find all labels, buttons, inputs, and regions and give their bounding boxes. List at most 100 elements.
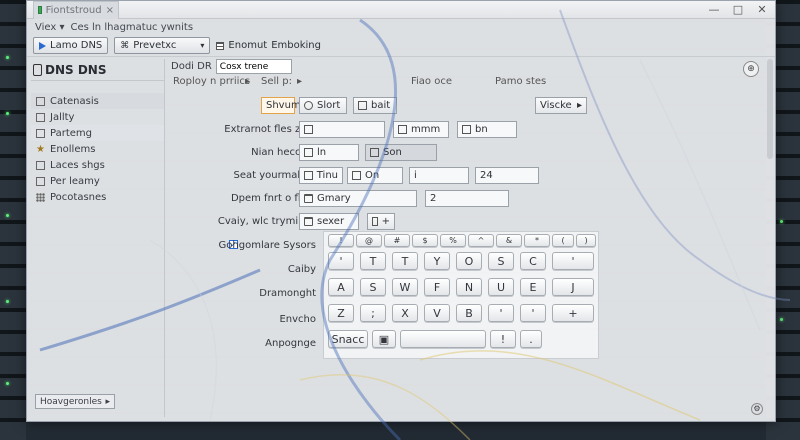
key[interactable]: A <box>328 278 354 296</box>
sidebar-item-per-leamy[interactable]: Per leamy <box>31 173 164 189</box>
key[interactable]: S <box>360 278 386 296</box>
window-tab[interactable]: Fiontstroud × <box>33 0 119 19</box>
preview-dropdown[interactable]: ⌘ Prevetxc ▾ <box>114 37 211 54</box>
add-button[interactable]: + <box>367 213 395 230</box>
form-row: Shvume Slort bait Viscke ▸ <box>171 97 761 115</box>
key[interactable]: O <box>456 252 482 270</box>
doc-icon <box>36 128 45 138</box>
key[interactable]: ' <box>520 304 546 322</box>
sidebar-item-pocotasnes[interactable]: Pocotasnes <box>31 189 164 205</box>
play-icon <box>39 41 46 50</box>
space-key[interactable]: Snacc <box>328 330 368 348</box>
key[interactable]: W <box>392 278 418 296</box>
settings-icon[interactable]: ⚙ <box>751 403 763 415</box>
key[interactable]: ^ <box>468 234 494 247</box>
text-field[interactable]: Son <box>365 144 437 161</box>
tab-close-icon[interactable]: × <box>106 5 114 16</box>
text-field[interactable] <box>299 121 385 138</box>
text-field[interactable]: i <box>409 167 469 184</box>
key[interactable]: * <box>524 234 550 247</box>
key[interactable]: T <box>360 252 386 270</box>
subheader-left[interactable]: Roploy n prriics <box>173 76 250 87</box>
row-label: Caiby <box>287 264 316 275</box>
key[interactable]: + <box>552 304 594 322</box>
key[interactable]: & <box>496 234 522 247</box>
sidebar-item-jallty[interactable]: Jallty <box>31 109 164 125</box>
key[interactable]: ' <box>488 304 514 322</box>
key[interactable]: $ <box>412 234 438 247</box>
spacebar-key[interactable] <box>400 330 486 348</box>
text-field[interactable]: bn <box>457 121 517 138</box>
bait-button[interactable]: bait <box>353 97 397 114</box>
slort-button[interactable]: Slort <box>299 97 347 114</box>
menu-view[interactable]: Viex ▾ <box>35 22 65 33</box>
key[interactable]: ( <box>552 234 574 247</box>
close-button[interactable]: ✕ <box>755 3 769 16</box>
key[interactable]: % <box>440 234 466 247</box>
form-row: Extrarnot fles zbtc mmm bn <box>171 121 761 139</box>
shvume-button[interactable]: Shvume <box>261 97 307 114</box>
subheader-sell[interactable]: Sell p: <box>261 76 292 87</box>
view-dropdown[interactable]: Viscke ▸ <box>535 97 587 114</box>
key[interactable]: N <box>456 278 482 296</box>
main-content: Dodi DR Roploy n prriics ▸ Sell p: ▸ Fia… <box>171 59 761 417</box>
text-field[interactable]: 2 <box>425 190 509 207</box>
key[interactable]: # <box>384 234 410 247</box>
key[interactable]: ) <box>576 234 596 247</box>
enroll-tool[interactable]: Enomut Emboking <box>216 40 321 51</box>
sidebar: DNS DNS Catenasis Jallty Partemg ★ Enoll… <box>31 59 165 417</box>
window-controls: — □ ✕ <box>707 3 769 16</box>
form-row: Cvaiy, wlc trymings sexer + <box>171 213 761 231</box>
form-row: Dpem fnrt o fline Gmary 2 <box>171 190 761 208</box>
key[interactable]: X <box>392 304 418 322</box>
sidebar-item-laces[interactable]: Laces shgs <box>31 157 164 173</box>
star-icon: ★ <box>36 143 45 155</box>
led-icon <box>6 382 9 385</box>
key[interactable]: T <box>392 252 418 270</box>
text-field[interactable]: ln <box>299 144 359 161</box>
menu-item[interactable]: Ces ln lhagmatuc ywnits <box>71 22 194 33</box>
key[interactable]: U <box>488 278 514 296</box>
text-field[interactable]: Tinu <box>299 167 343 184</box>
text-field[interactable]: mmm <box>393 121 449 138</box>
key[interactable]: . <box>520 330 542 348</box>
key[interactable]: ' <box>328 252 354 270</box>
key[interactable]: ; <box>360 304 386 322</box>
clip-icon <box>462 125 471 134</box>
key[interactable]: @ <box>356 234 382 247</box>
key[interactable]: B <box>456 304 482 322</box>
minimize-button[interactable]: — <box>707 3 721 16</box>
header-input[interactable] <box>215 59 292 74</box>
row-label: Envcho <box>279 314 316 325</box>
key[interactable]: S <box>488 252 514 270</box>
key[interactable]: E <box>520 278 546 296</box>
key[interactable]: C <box>520 252 546 270</box>
edit-icon <box>358 101 367 110</box>
key[interactable]: ' <box>552 252 594 270</box>
key[interactable]: ▣ <box>372 330 396 348</box>
doc-icon <box>370 148 379 157</box>
run-button[interactable]: Lamo DNS <box>33 37 109 54</box>
maximize-button[interactable]: □ <box>731 3 745 16</box>
text-field[interactable]: 24 <box>475 167 539 184</box>
sidebar-item-enollems[interactable]: ★ Enollems <box>31 141 164 157</box>
scrollbar[interactable] <box>767 59 773 159</box>
key[interactable]: V <box>424 304 450 322</box>
list-icon <box>36 96 45 106</box>
sidebar-item-catenasis[interactable]: Catenasis <box>31 93 164 109</box>
sidebar-title: DNS DNS <box>31 59 164 81</box>
text-field[interactable]: On <box>347 167 403 184</box>
text-field[interactable]: sexer <box>299 213 359 230</box>
zoom-icon[interactable]: ⊕ <box>743 61 759 77</box>
key[interactable]: ! <box>328 234 354 247</box>
key[interactable]: Y <box>424 252 450 270</box>
chevron-right-icon: ▸ <box>576 100 582 111</box>
key[interactable]: F <box>424 278 450 296</box>
key[interactable]: J <box>552 278 594 296</box>
sidebar-list: Catenasis Jallty Partemg ★ Enollems Lace… <box>31 93 164 205</box>
sidebar-item-partemg[interactable]: Partemg <box>31 125 164 141</box>
sidebar-footer-dropdown[interactable]: Hoavgeronles ▸ <box>35 394 115 409</box>
key[interactable]: Z <box>328 304 354 322</box>
key[interactable]: ! <box>490 330 516 348</box>
folder-field[interactable]: Gmary <box>299 190 417 207</box>
